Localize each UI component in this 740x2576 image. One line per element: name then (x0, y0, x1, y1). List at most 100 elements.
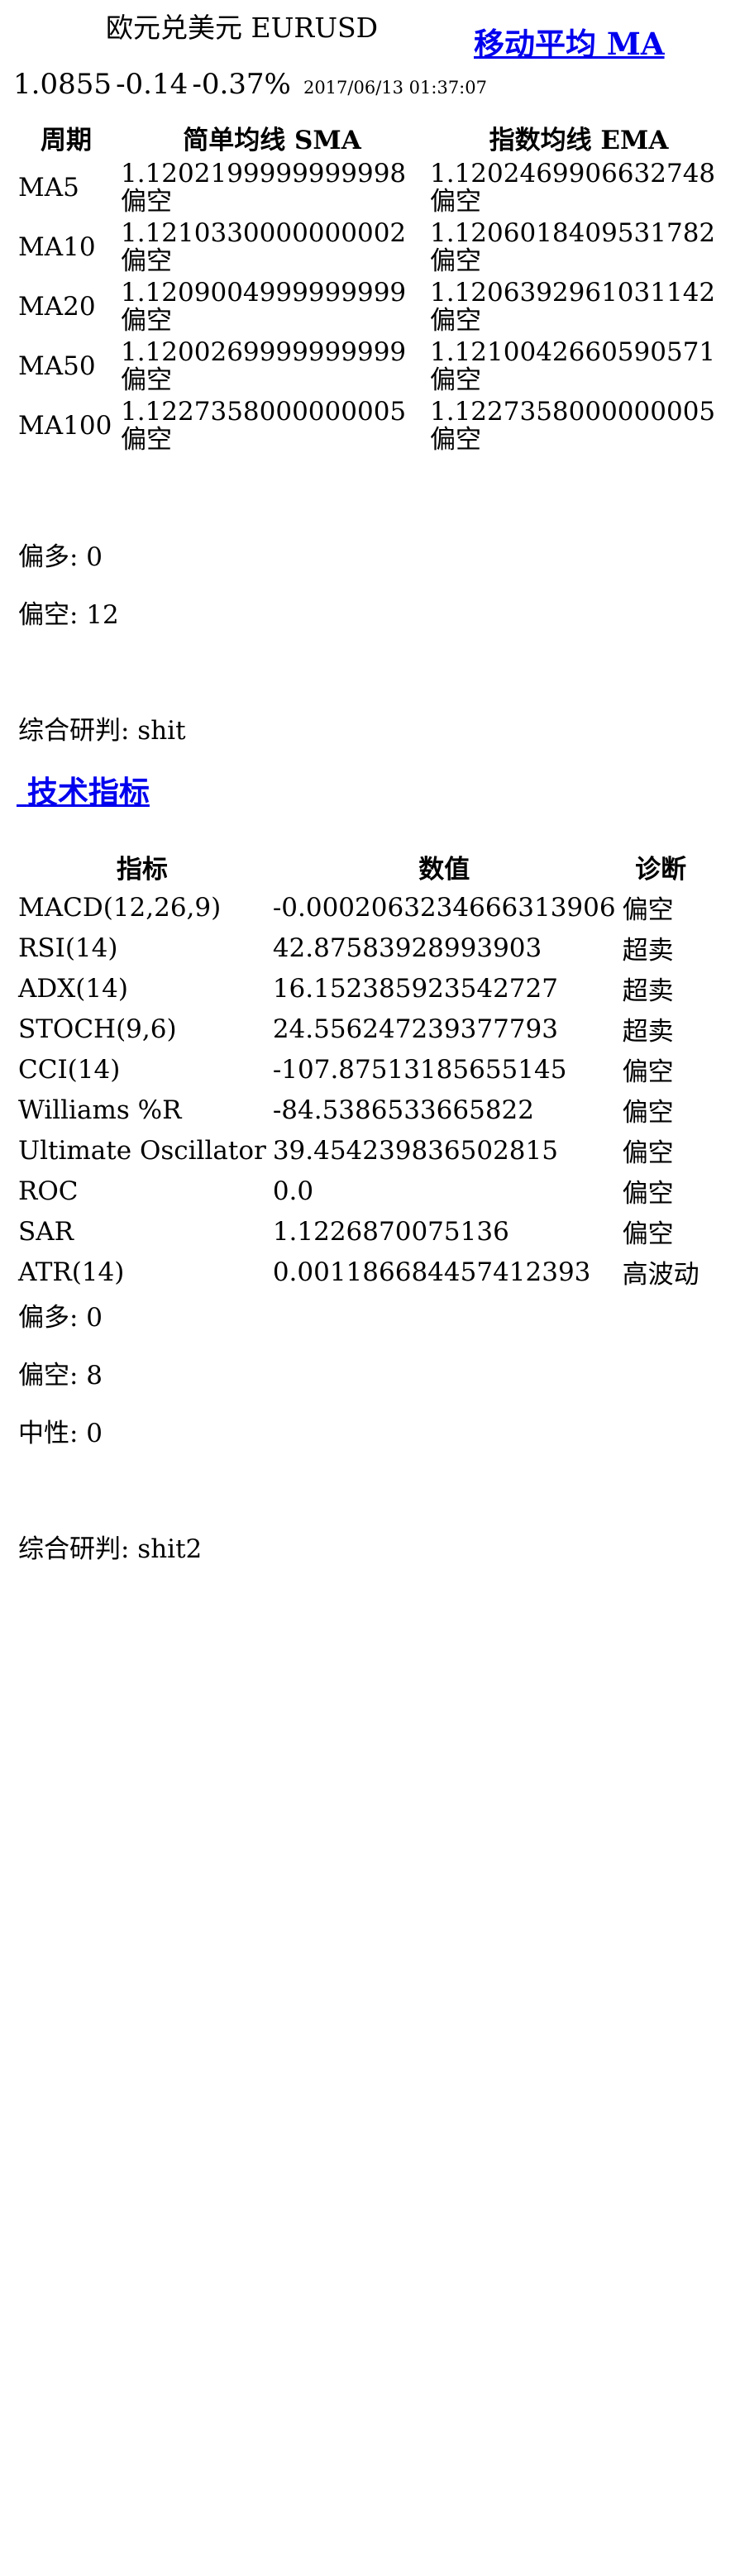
table-row: MA20 1.1209004999999999 偏空 1.120639296103… (17, 279, 729, 335)
tech-bull-count: 偏多: 0 (18, 1303, 103, 1333)
ma-verdict: 综合研判: shit (18, 716, 186, 746)
price-timestamp: 2017/06/13 01:37:07 (303, 78, 487, 98)
table-row: ADX(14) 16.152385923542727 超卖 (17, 970, 701, 1007)
sma-diagnosis: 偏空 (121, 365, 172, 395)
table-header-row: 指标 数值 诊断 (17, 848, 701, 885)
sma-value: 1.1202199999999998 (121, 159, 407, 188)
table-row: MA5 1.1202199999999998 偏空 1.1202469906632… (17, 160, 729, 216)
price-change-pct: -0.37% (192, 68, 291, 101)
sma-value: 1.1227358000000005 (121, 397, 407, 427)
sma-cell: 1.1209004999999999 偏空 (119, 279, 425, 335)
indicator-value: -0.0002063234666313906 (272, 892, 616, 923)
column-header-period: 周期 (41, 126, 92, 155)
table-row: STOCH(9,6) 24.556247239377793 超卖 (17, 1010, 701, 1047)
indicator-diagnosis: 超卖 (622, 1017, 674, 1047)
ma-bear-count: 偏空: 12 (18, 600, 119, 630)
indicator-value: -84.5386533665822 (272, 1095, 534, 1125)
sma-value: 1.1210330000000002 (121, 218, 407, 248)
ma-period: MA10 (18, 232, 96, 262)
sma-cell: 1.1210330000000002 偏空 (119, 219, 425, 275)
tech-neutral-count: 中性: 0 (18, 1419, 103, 1448)
ema-diagnosis: 偏空 (430, 365, 481, 395)
indicator-diagnosis: 偏空 (622, 895, 674, 925)
ema-value: 1.1206392961031142 (430, 278, 716, 308)
ma-period: MA5 (18, 173, 79, 203)
moving-average-table: 周期 简单均线 SMA 指数均线 EMA MA5 1.1202199999999… (13, 116, 733, 457)
ema-cell: 1.1210042660590571 偏空 (428, 338, 729, 394)
indicator-name: STOCH(9,6) (18, 1014, 177, 1044)
price-line: 1.0855 -0.14 -0.37% 2017/06/13 01:37:07 (13, 66, 487, 106)
ema-diagnosis: 偏空 (430, 187, 481, 217)
sma-value: 1.1209004999999999 (121, 278, 407, 308)
indicator-table: 指标 数值 诊断 MACD(12,26,9) -0.00020632346663… (13, 845, 704, 1294)
table-row: MA10 1.1210330000000002 偏空 1.120601840953… (17, 219, 729, 275)
indicator-value: 0.0011866844574123​93 (272, 1257, 591, 1287)
ema-cell: 1.1227358000000005 偏空 (428, 398, 729, 454)
technical-indicators-label: 技术指标 (26, 774, 150, 810)
ema-cell: 1.1202469906632748 偏空 (428, 160, 729, 216)
tech-verdict: 综合研判: shit2 (18, 1534, 203, 1564)
page: 欧元兑美元 EURUSD 移动平均 MA 1.0855 -0.14 -0.37%… (0, 0, 740, 2576)
table-row: RSI(14) 42.87583928993903 超卖 (17, 929, 701, 966)
column-header-diagnosis: 诊断 (635, 855, 687, 885)
column-header-indicator: 指标 (116, 855, 168, 885)
sma-value: 1.1200269999999999 (121, 337, 407, 367)
ema-diagnosis: 偏空 (430, 425, 481, 455)
indicator-diagnosis: 偏空 (622, 1057, 674, 1087)
ma-period: MA100 (18, 411, 112, 441)
table-row: Williams %R -84.5386533665822 偏空 (17, 1091, 701, 1128)
indicator-value: 0.0 (272, 1176, 314, 1206)
indicator-name: SAR (18, 1216, 74, 1247)
indicator-value: -107.87513185655145 (272, 1054, 567, 1085)
indicator-name: ADX(14) (18, 973, 128, 1004)
indicator-diagnosis: 偏空 (622, 1179, 674, 1209)
indicator-name: Ultimate Oscillator (18, 1135, 266, 1166)
sma-cell: 1.1227358000000005 偏空 (119, 398, 425, 454)
table-row: ATR(14) 0.0011866844574123​93 高波动 (17, 1253, 701, 1290)
ema-value: 1.1227358000000005 (430, 397, 716, 427)
ema-diagnosis: 偏空 (430, 246, 481, 276)
table-row: MACD(12,26,9) -0.0002063234666313906 偏空 (17, 889, 701, 926)
sma-cell: 1.1200269999999999 偏空 (119, 338, 425, 394)
indicator-name: RSI(14) (18, 933, 118, 963)
ema-cell: 1.1206018409531782 偏空 (428, 219, 729, 275)
indicator-diagnosis: 超卖 (622, 976, 674, 1006)
price-value: 1.0855 (13, 68, 112, 101)
sma-diagnosis: 偏空 (121, 187, 172, 217)
column-header-sma: 简单均线 SMA (183, 126, 361, 155)
moving-average-link[interactable]: 移动平均 MA (474, 25, 665, 63)
indicator-name: ATR(14) (18, 1257, 125, 1287)
sma-diagnosis: 偏空 (121, 306, 172, 336)
indicator-value: 1.1226870075136 (272, 1216, 509, 1247)
indicator-value: 16.152385923542727 (272, 973, 558, 1004)
indicator-diagnosis: 偏空 (622, 1098, 674, 1128)
table-header-row: 周期 简单均线 SMA 指数均线 EMA (17, 119, 729, 156)
table-row: MA50 1.1200269999999999 偏空 1.121004266059… (17, 338, 729, 394)
indicator-value: 39.454239836502815 (272, 1135, 558, 1166)
indicator-name: ROC (18, 1176, 79, 1206)
table-row: SAR 1.1226870075136 偏空 (17, 1213, 701, 1250)
indicator-diagnosis: 偏空 (622, 1138, 674, 1168)
tech-bear-count: 偏空: 8 (18, 1361, 103, 1391)
indicator-diagnosis: 偏空 (622, 1219, 674, 1249)
column-header-value: 数值 (418, 855, 470, 885)
ema-diagnosis: 偏空 (430, 306, 481, 336)
sma-cell: 1.1202199999999998 偏空 (119, 160, 425, 216)
technical-indicators-link[interactable]: 技术指标 (17, 773, 150, 811)
ema-value: 1.1202469906632748 (430, 159, 716, 188)
sma-diagnosis: 偏空 (121, 246, 172, 276)
ma-period: MA20 (18, 292, 96, 322)
ema-value: 1.1206018409531782 (430, 218, 716, 248)
ma-bull-count: 偏多: 0 (18, 542, 103, 572)
indicator-value: 42.87583928993903 (272, 933, 542, 963)
table-row: Ultimate Oscillator 39.454239836502815 偏… (17, 1132, 701, 1169)
price-change: -0.14 (116, 68, 189, 101)
indicator-value: 24.556247239377793 (272, 1014, 558, 1044)
indicator-diagnosis: 高波动 (622, 1260, 699, 1290)
sma-diagnosis: 偏空 (121, 425, 172, 455)
ma-period: MA50 (18, 351, 96, 381)
ema-value: 1.1210042660590571 (430, 337, 716, 367)
pair-title: 欧元兑美元 EURUSD (106, 12, 379, 44)
indicator-diagnosis: 超卖 (622, 936, 674, 966)
indicator-name: MACD(12,26,9) (18, 892, 222, 923)
